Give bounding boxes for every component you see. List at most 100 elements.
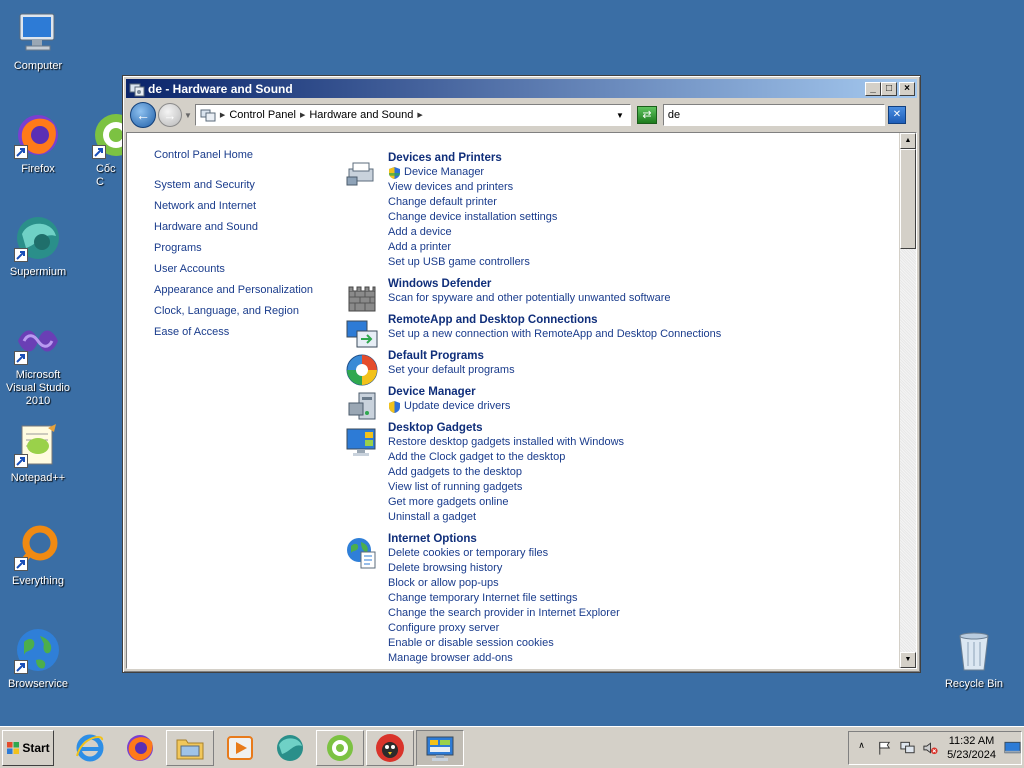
result-task[interactable]: Restore desktop gadgets installed with W… — [388, 435, 885, 450]
result-task[interactable]: Set your default programs — [388, 363, 885, 378]
breadcrumb-separator-icon[interactable]: ▶ — [417, 111, 422, 119]
result-task[interactable]: Change device installation settings — [388, 210, 885, 225]
visual-studio-icon — [14, 317, 62, 365]
scrollbar-thumb[interactable] — [900, 149, 916, 249]
desktop-icon-browservice[interactable]: Browservice — [0, 626, 76, 691]
scroll-up-button[interactable]: ▲ — [900, 133, 916, 149]
result-task[interactable]: Add the Clock gadget to the desktop — [388, 450, 885, 465]
nav-ease-of-access[interactable]: Ease of Access — [154, 326, 313, 338]
taskbar-media-player[interactable] — [216, 730, 264, 766]
media-player-icon — [227, 735, 253, 760]
result-task[interactable]: Get more gadgets online — [388, 495, 885, 510]
close-button[interactable]: × — [899, 81, 915, 96]
result-title[interactable]: Devices and Printers — [388, 151, 885, 165]
desktop-icon-firefox[interactable]: Firefox — [0, 111, 76, 176]
nav-user-accounts[interactable]: User Accounts — [154, 263, 313, 275]
breadcrumb-hardware-and-sound[interactable]: Hardware and Sound — [309, 109, 413, 121]
explorer-icon — [176, 739, 204, 759]
result-task[interactable]: Set up a new connection with RemoteApp a… — [388, 327, 885, 342]
back-button[interactable]: ← — [130, 102, 156, 128]
address-bar[interactable]: ▶ Control Panel ▶ Hardware and Sound ▶ ▼ — [194, 104, 631, 126]
desktop-icon-notepad-plus-plus[interactable]: Notepad++ — [0, 420, 76, 485]
start-button[interactable]: Start — [2, 729, 54, 766]
maximize-button[interactable]: □ — [881, 81, 897, 96]
result-task[interactable]: Device Manager — [388, 165, 885, 180]
desktop-icon-coc-coc[interactable]: Cốc C — [76, 111, 122, 189]
result-task[interactable]: Configure proxy server — [388, 621, 885, 636]
result-task[interactable]: Add gadgets to the desktop — [388, 465, 885, 480]
breadcrumb-separator-icon[interactable]: ▶ — [300, 111, 305, 119]
result-task[interactable]: Delete browsing history — [388, 561, 885, 576]
nav-appearance-and-personalization[interactable]: Appearance and Personalization — [154, 284, 313, 296]
window-titlebar[interactable]: de - Hardware and Sound _ □ × — [126, 79, 917, 98]
result-task[interactable]: Add a device — [388, 225, 885, 240]
network-icon[interactable] — [899, 740, 916, 756]
forward-button[interactable]: → — [158, 103, 182, 127]
nav-network-and-internet[interactable]: Network and Internet — [154, 200, 313, 212]
result-title[interactable]: RemoteApp and Desktop Connections — [388, 313, 885, 327]
breadcrumb-separator-icon[interactable]: ▶ — [220, 111, 225, 119]
result-task[interactable]: Manage browser add-ons — [388, 651, 885, 666]
nav-system-and-security[interactable]: System and Security — [154, 179, 313, 191]
result-task[interactable]: Scan for spyware and other potentially u… — [388, 291, 885, 306]
breadcrumb-control-panel[interactable]: Control Panel — [229, 109, 296, 121]
scroll-down-button[interactable]: ▼ — [900, 652, 916, 668]
taskbar-clock[interactable]: 11:32 AM 5/23/2024 — [947, 734, 996, 762]
action-center-flag-icon[interactable] — [876, 740, 893, 756]
nav-clock-language-region[interactable]: Clock, Language, and Region — [154, 305, 313, 317]
result-task[interactable]: View devices and printers — [388, 180, 885, 195]
result-task[interactable]: Change temporary Internet file settings — [388, 591, 885, 606]
result-task[interactable]: View list of running gadgets — [388, 480, 885, 495]
desktop-icon-visual-studio[interactable]: Microsoft Visual Studio 2010 — [0, 317, 76, 408]
vertical-scrollbar[interactable]: ▲ ▼ — [899, 133, 916, 668]
result-title[interactable]: Windows Defender — [388, 277, 885, 291]
result-title[interactable]: Internet Options — [388, 532, 885, 546]
show-hidden-icons-icon[interactable]: ∧ — [853, 740, 870, 756]
search-input[interactable]: de — [662, 104, 885, 126]
nav-control-panel-home[interactable]: Control Panel Home — [154, 149, 313, 161]
result-group-default-programs: Default Programs Set your default progra… — [345, 349, 885, 386]
clock-date: 5/23/2024 — [947, 749, 996, 761]
clear-search-button[interactable]: ✕ — [887, 106, 906, 124]
desktop-icon-computer[interactable]: Computer — [0, 8, 76, 73]
result-task[interactable]: Set up USB game controllers — [388, 255, 885, 270]
close-icon: ✕ — [892, 109, 902, 120]
result-title[interactable]: Device Manager — [388, 385, 885, 399]
taskbar-bird-app[interactable] — [366, 729, 414, 766]
result-task[interactable]: Change the search provider in Internet E… — [388, 606, 885, 621]
volume-muted-icon[interactable] — [922, 740, 939, 756]
result-task[interactable]: Block or allow pop-ups — [388, 576, 885, 591]
uac-shield-icon — [389, 400, 400, 413]
show-desktop-icon[interactable] — [1004, 741, 1021, 755]
address-dropdown-icon[interactable]: ▼ — [616, 111, 624, 120]
result-task[interactable]: Change default printer — [388, 195, 885, 210]
taskbar-internet-explorer[interactable] — [66, 730, 114, 766]
shortcut-arrow-icon — [14, 351, 28, 365]
result-task[interactable]: Delete cookies or temporary files — [388, 546, 885, 561]
firefox-icon — [127, 734, 153, 761]
control-panel-content: Control Panel Home System and Security N… — [126, 132, 917, 669]
result-title[interactable]: Desktop Gadgets — [388, 421, 885, 435]
desktop-icon-supermium[interactable]: Supermium — [0, 214, 76, 279]
taskbar-firefox[interactable] — [116, 730, 164, 766]
result-task[interactable]: Add a printer — [388, 240, 885, 255]
refresh-button[interactable]: ⇄ — [636, 106, 657, 124]
minimize-button[interactable]: _ — [865, 81, 881, 96]
nav-programs[interactable]: Programs — [154, 242, 313, 254]
nav-hardware-and-sound[interactable]: Hardware and Sound — [154, 221, 313, 233]
default-programs-icon — [345, 353, 379, 387]
recent-pages-dropdown-icon[interactable]: ▼ — [184, 111, 192, 120]
desktop-icon-everything[interactable]: Everything — [0, 523, 76, 588]
supermium-icon — [277, 734, 303, 761]
taskbar-control-panel[interactable] — [416, 729, 464, 766]
castle-wall-icon — [345, 281, 379, 315]
taskbar-explorer[interactable] — [166, 729, 214, 766]
result-title[interactable]: Default Programs — [388, 349, 885, 363]
result-task[interactable]: Enable or disable session cookies — [388, 636, 885, 651]
result-task[interactable]: Update device drivers — [388, 399, 885, 414]
device-manager-icon — [345, 389, 379, 423]
result-task[interactable]: Uninstall a gadget — [388, 510, 885, 525]
desktop-icon-recycle-bin[interactable]: Recycle Bin — [936, 626, 1012, 691]
taskbar-supermium[interactable] — [266, 730, 314, 766]
taskbar-coc-coc[interactable] — [316, 729, 364, 766]
